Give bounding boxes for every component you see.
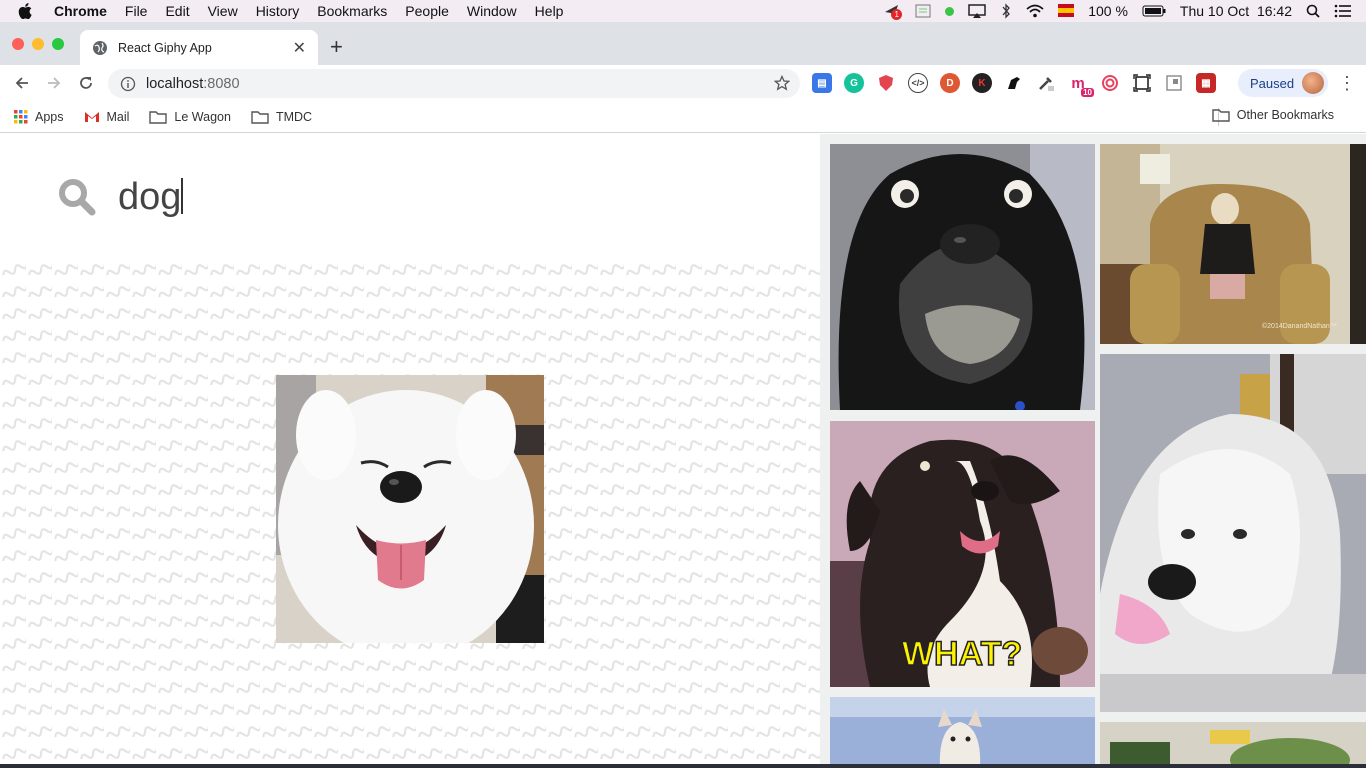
search-area	[0, 134, 820, 254]
extension-game-icon[interactable]: ▦	[1196, 73, 1216, 93]
chrome-menu-icon[interactable]: ⋮	[1338, 73, 1356, 94]
folder-icon	[149, 110, 168, 124]
bookmark-other-bookmarks[interactable]: Other Bookmarks	[1212, 108, 1334, 122]
battery-icon[interactable]	[1142, 5, 1166, 17]
airplay-icon[interactable]	[968, 3, 986, 19]
avatar	[1302, 72, 1324, 94]
bookmark-tmdc[interactable]: TMDC	[251, 110, 312, 124]
extension-unicorn-icon[interactable]	[1004, 73, 1024, 93]
bookmark-label: Mail	[106, 109, 130, 124]
close-window-button[interactable]	[12, 38, 24, 50]
bookmark-star-icon[interactable]	[773, 74, 791, 95]
wifi-icon[interactable]	[1026, 4, 1044, 18]
search-icon	[58, 178, 96, 221]
address-bar[interactable]: localhost:8080	[108, 69, 800, 98]
minimize-window-button[interactable]	[32, 38, 44, 50]
gif-list: ©2014DanandNathan™ WHAT?	[820, 134, 1366, 768]
bookmark-label: Le Wagon	[174, 109, 231, 124]
menu-bookmarks[interactable]: Bookmarks	[317, 3, 387, 19]
extension-grammarly-icon[interactable]: G	[844, 73, 864, 93]
gif-watermark: ©2014DanandNathan™	[1262, 322, 1337, 330]
left-pane	[0, 134, 820, 768]
menu-window[interactable]: Window	[467, 3, 517, 19]
gif-item-football[interactable]	[1100, 722, 1366, 768]
profile-button[interactable]: Paused	[1238, 69, 1328, 97]
gif-item-white-puppy[interactable]	[1100, 354, 1366, 712]
menu-edit[interactable]: Edit	[165, 3, 189, 19]
tab-react-giphy-app[interactable]: React Giphy App ✕	[80, 30, 318, 65]
bookmark-label: Apps	[35, 109, 64, 124]
site-info-icon[interactable]	[120, 76, 136, 92]
tab-strip: React Giphy App ✕ +	[0, 22, 1366, 65]
menu-view[interactable]: View	[208, 3, 238, 19]
close-tab-icon[interactable]: ✕	[293, 38, 306, 58]
forward-button[interactable]	[38, 75, 70, 91]
menu-app-name[interactable]: Chrome	[54, 3, 107, 19]
dock-edge	[0, 764, 1366, 768]
menu-people[interactable]: People	[405, 3, 449, 19]
gif-item-what-dog[interactable]: WHAT?	[830, 421, 1095, 687]
page-content: ©2014DanandNathan™ WHAT?	[0, 134, 1366, 768]
menu-bar: Chrome File Edit View History Bookmarks …	[0, 0, 1366, 22]
extensions-area: ▤ G </> D K m 10 ▦	[812, 73, 1216, 97]
extension-code-icon[interactable]: </>	[908, 73, 928, 93]
reload-button[interactable]	[70, 75, 102, 91]
gif-caption: WHAT?	[902, 635, 1022, 673]
bookmark-mail[interactable]: Mail	[84, 109, 130, 124]
gif-item-chihuahua[interactable]	[830, 697, 1095, 768]
bookmark-apps[interactable]: Apps	[14, 109, 64, 124]
battery-percent[interactable]: 100 %	[1088, 3, 1128, 19]
bookmarks-bar: Apps Mail Le Wagon TMDC Other Bookmarks	[0, 101, 1366, 133]
tab-title: React Giphy App	[118, 40, 212, 55]
apps-grid-icon	[14, 109, 28, 124]
extension-screenshot-icon[interactable]	[1132, 73, 1152, 93]
language-flag-icon[interactable]	[1058, 3, 1075, 19]
extension-mail-badge: 10	[1081, 88, 1094, 97]
notification-center-icon[interactable]	[1334, 4, 1352, 18]
extension-k-icon[interactable]: K	[972, 73, 992, 93]
menu-history[interactable]: History	[256, 3, 300, 19]
extension-shield-icon[interactable]	[876, 73, 896, 93]
browser-toolbar: localhost:8080 ▤ G </> D K m 10 ▦ Paused …	[0, 65, 1366, 101]
status-area: 1 100 % Thu 10 Oct 16:42	[883, 0, 1366, 22]
notification-icon[interactable]: 1	[883, 3, 903, 20]
menu-help[interactable]: Help	[535, 3, 564, 19]
gif-item-scared-dog[interactable]	[830, 144, 1095, 410]
new-tab-button[interactable]: +	[330, 36, 343, 58]
spotlight-search-icon[interactable]	[1306, 4, 1320, 18]
globe-icon	[92, 40, 108, 56]
search-input[interactable]	[118, 172, 718, 222]
list-icon[interactable]	[915, 3, 931, 19]
folder-icon	[1212, 108, 1230, 122]
back-button[interactable]	[6, 75, 38, 91]
extension-eyedropper-icon[interactable]	[1036, 73, 1056, 93]
gif-item-armchair-dance[interactable]: ©2014DanandNathan™	[1100, 144, 1366, 344]
selected-gif[interactable]	[276, 375, 544, 643]
extension-note-icon[interactable]	[1164, 73, 1184, 93]
extension-mail-icon[interactable]: m 10	[1068, 73, 1094, 97]
bookmark-label: TMDC	[275, 109, 313, 124]
profile-status-label: Paused	[1250, 75, 1295, 91]
bookmark-le-wagon[interactable]: Le Wagon	[149, 110, 231, 124]
apple-icon[interactable]	[18, 3, 38, 19]
extension-swirl-icon[interactable]	[1100, 73, 1120, 93]
clock[interactable]: Thu 10 Oct 16:42	[1180, 3, 1292, 19]
zoom-window-button[interactable]	[52, 38, 64, 50]
url-host: localhost	[146, 75, 204, 92]
menu-file[interactable]: File	[125, 3, 148, 19]
folder-icon	[251, 110, 269, 124]
window-controls	[12, 38, 64, 50]
extension-translate-icon[interactable]: ▤	[812, 73, 832, 93]
green-dot-icon[interactable]	[945, 6, 955, 16]
text-caret	[181, 178, 183, 214]
extension-duckduckgo-icon[interactable]: D	[940, 73, 960, 93]
url-port: :8080	[203, 75, 240, 92]
bookmark-label: Other Bookmarks	[1236, 108, 1334, 122]
bluetooth-icon[interactable]	[1000, 3, 1012, 19]
gmail-icon	[84, 111, 100, 123]
